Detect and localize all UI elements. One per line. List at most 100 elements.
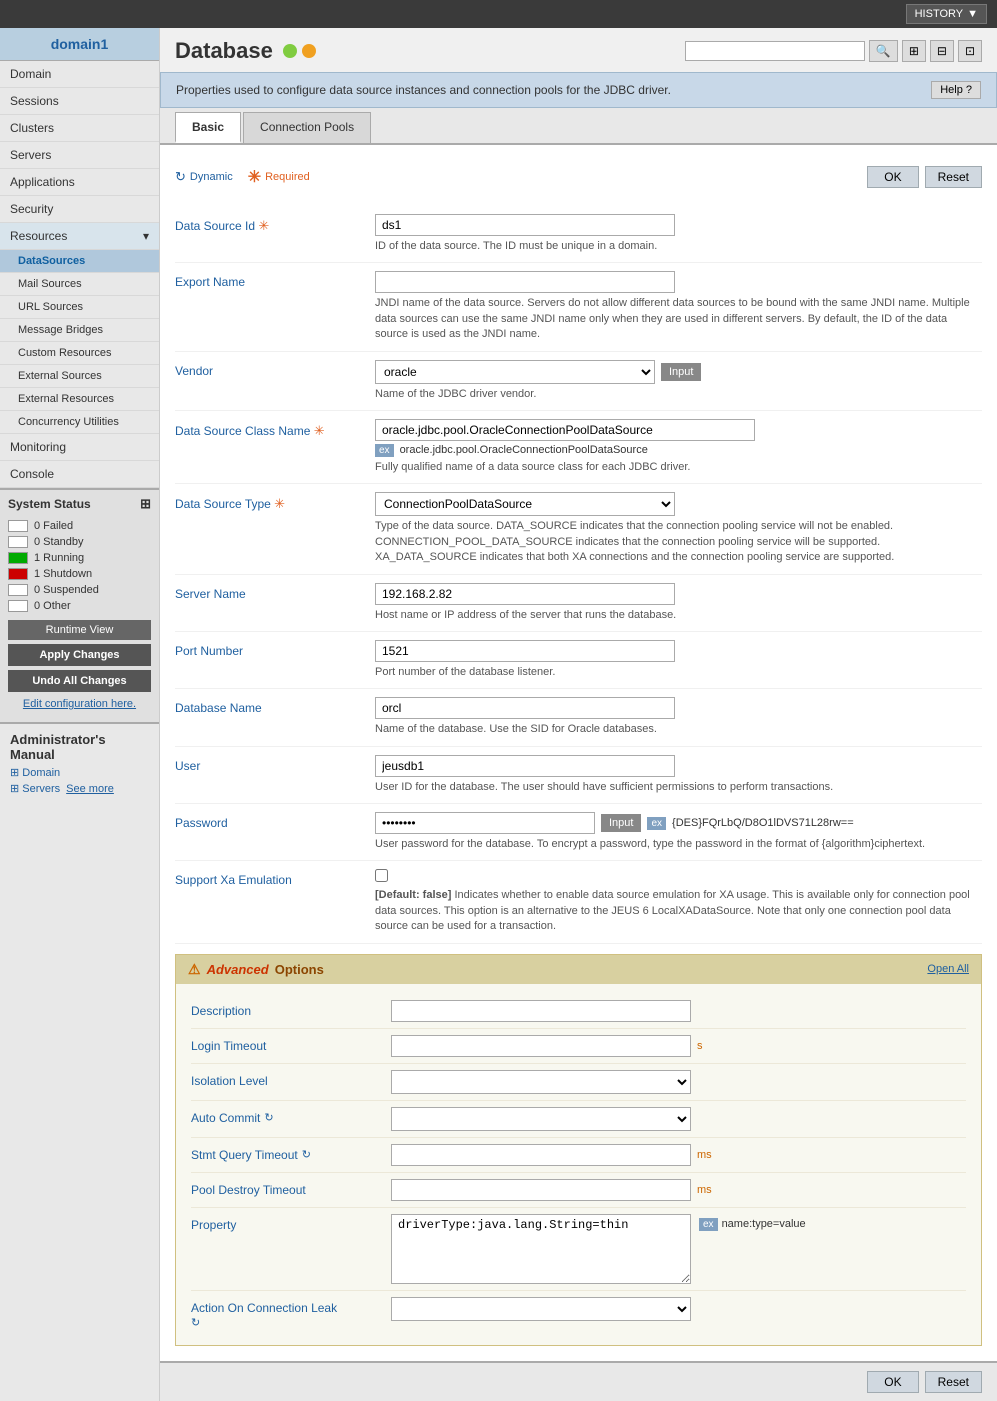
select-source-type[interactable]: ConnectionPoolDataSource DataSource XADa… bbox=[375, 492, 675, 516]
select-vendor[interactable]: oracle mysql db2 sybase bbox=[375, 360, 655, 384]
label-class-name: Data Source Class Name ✳ bbox=[175, 419, 375, 439]
desc-datasource-id: ID of the data source. The ID must be un… bbox=[375, 239, 982, 254]
sidebar-item-domain[interactable]: Domain bbox=[0, 61, 159, 88]
ex-label-class: ex bbox=[375, 444, 394, 457]
see-more-link[interactable]: See more bbox=[66, 783, 114, 795]
select-isolation[interactable]: READ_UNCOMMITTED READ_COMMITTED REPEATAB… bbox=[391, 1070, 691, 1094]
sidebar-item-resources[interactable]: Resources ▾ bbox=[0, 223, 159, 250]
sidebar-item-monitoring[interactable]: Monitoring bbox=[0, 434, 159, 461]
input-db-name[interactable] bbox=[375, 697, 675, 719]
sidebar-item-servers[interactable]: Servers bbox=[0, 142, 159, 169]
admin-manual-servers-link[interactable]: ⊞ Servers bbox=[10, 782, 60, 795]
sidebar-sub-url-sources[interactable]: URL Sources bbox=[0, 296, 159, 319]
status-box-suspended bbox=[8, 584, 28, 596]
sidebar-domain[interactable]: domain1 bbox=[0, 28, 159, 61]
field-class-name: ex oracle.jdbc.pool.OracleConnectionPool… bbox=[375, 419, 982, 475]
open-all-link[interactable]: Open All bbox=[927, 963, 969, 975]
form-row-xa-emulation: Support Xa Emulation [Default: false] In… bbox=[175, 861, 982, 943]
icon-button-3[interactable]: ⊡ bbox=[958, 40, 982, 62]
sidebar-item-clusters[interactable]: Clusters bbox=[0, 115, 159, 142]
field-vendor: oracle mysql db2 sybase Input Name of th… bbox=[375, 360, 982, 402]
input-pool-destroy[interactable] bbox=[391, 1179, 691, 1201]
sidebar-sub-custom-resources[interactable]: Custom Resources bbox=[0, 342, 159, 365]
status-box-standby bbox=[8, 536, 28, 548]
adv-label-pool-destroy: Pool Destroy Timeout bbox=[191, 1179, 391, 1197]
system-status-expand-icon[interactable]: ⊞ bbox=[140, 496, 151, 512]
query-timeout-sync-icon[interactable]: ↻ bbox=[302, 1148, 311, 1161]
input-port[interactable] bbox=[375, 640, 675, 662]
undo-changes-button[interactable]: Undo All Changes bbox=[8, 670, 151, 692]
adv-field-query-timeout: ms bbox=[391, 1144, 966, 1166]
input-export-name[interactable] bbox=[375, 271, 675, 293]
adv-row-auto-commit: Auto Commit ↻ true false bbox=[191, 1101, 966, 1138]
field-source-type: ConnectionPoolDataSource DataSource XADa… bbox=[375, 492, 982, 565]
advanced-header: ⚠ Advanced Options Open All bbox=[176, 955, 981, 984]
edit-config-link[interactable]: Edit configuration here. bbox=[8, 692, 151, 716]
vendor-input-button[interactable]: Input bbox=[661, 363, 701, 381]
sidebar-item-applications[interactable]: Applications bbox=[0, 169, 159, 196]
tab-connection-pools[interactable]: Connection Pools bbox=[243, 112, 371, 143]
adv-field-isolation: READ_UNCOMMITTED READ_COMMITTED REPEATAB… bbox=[391, 1070, 966, 1094]
header-right: 🔍 ⊞ ⊟ ⊡ bbox=[685, 40, 982, 62]
input-user[interactable] bbox=[375, 755, 675, 777]
reset-button-top[interactable]: Reset bbox=[925, 166, 982, 188]
required-indicator: ✳ Required bbox=[248, 167, 310, 187]
icon-button-1[interactable]: ⊞ bbox=[902, 40, 926, 62]
tab-basic[interactable]: Basic bbox=[175, 112, 241, 143]
admin-manual-domain-link[interactable]: ⊞ Domain bbox=[10, 766, 149, 779]
form-row-server-name: Server Name Host name or IP address of t… bbox=[175, 575, 982, 632]
apply-changes-button[interactable]: Apply Changes bbox=[8, 644, 151, 666]
required-icon: ✳ bbox=[248, 167, 261, 187]
input-login-timeout[interactable] bbox=[391, 1035, 691, 1057]
select-auto-commit[interactable]: true false bbox=[391, 1107, 691, 1131]
sidebar-sub-message-bridges[interactable]: Message Bridges bbox=[0, 319, 159, 342]
field-password: Input ex {DES}FQrLbQ/D8O1lDVS71L28rw== U… bbox=[375, 812, 982, 852]
sidebar-sub-concurrency[interactable]: Concurrency Utilities bbox=[0, 411, 159, 434]
status-row-suspended: 0 Suspended bbox=[8, 582, 151, 598]
sidebar-sub-mail-sources[interactable]: Mail Sources bbox=[0, 273, 159, 296]
ok-button-bottom[interactable]: OK bbox=[867, 1371, 918, 1393]
status-box-failed bbox=[8, 520, 28, 532]
input-password[interactable] bbox=[375, 812, 595, 834]
adv-label-login-timeout: Login Timeout bbox=[191, 1035, 391, 1053]
ex-value-password: {DES}FQrLbQ/D8O1lDVS71L28rw== bbox=[672, 817, 854, 829]
input-query-timeout[interactable] bbox=[391, 1144, 691, 1166]
connection-leak-sync-icon[interactable]: ↻ bbox=[191, 1317, 200, 1329]
input-description[interactable] bbox=[391, 1000, 691, 1022]
sidebar: domain1 Domain Sessions Clusters Servers… bbox=[0, 28, 160, 1401]
label-db-name: Database Name bbox=[175, 697, 375, 715]
input-class-name[interactable] bbox=[375, 419, 755, 441]
runtime-view-button[interactable]: Runtime View bbox=[8, 620, 151, 640]
advanced-text: Advanced bbox=[207, 962, 269, 977]
field-export-name: JNDI name of the data source. Servers do… bbox=[375, 271, 982, 342]
sidebar-sub-external-sources[interactable]: External Sources bbox=[0, 365, 159, 388]
form-row-datasource-id: Data Source Id ✳ ID of the data source. … bbox=[175, 206, 982, 263]
field-datasource-id: ID of the data source. The ID must be un… bbox=[375, 214, 982, 254]
select-connection-leak[interactable]: NONE CLOSE DESTROY bbox=[391, 1297, 691, 1321]
sidebar-item-sessions[interactable]: Sessions bbox=[0, 88, 159, 115]
history-button[interactable]: HISTORY ▼ bbox=[906, 4, 987, 24]
help-button[interactable]: Help ? bbox=[931, 81, 981, 99]
input-datasource-id[interactable] bbox=[375, 214, 675, 236]
sidebar-sub-external-resources[interactable]: External Resources bbox=[0, 388, 159, 411]
ok-button-top[interactable]: OK bbox=[867, 166, 918, 188]
input-server-name[interactable] bbox=[375, 583, 675, 605]
adv-row-login-timeout: Login Timeout s bbox=[191, 1029, 966, 1064]
icon-button-2[interactable]: ⊟ bbox=[930, 40, 954, 62]
sidebar-sub-datasources[interactable]: DataSources bbox=[0, 250, 159, 273]
checkbox-xa-emulation[interactable] bbox=[375, 869, 388, 882]
search-button[interactable]: 🔍 bbox=[869, 40, 898, 62]
tabs-container: Basic Connection Pools bbox=[160, 108, 997, 145]
system-status-title: System Status bbox=[8, 497, 91, 511]
sidebar-item-console[interactable]: Console bbox=[0, 461, 159, 488]
form-row-vendor: Vendor oracle mysql db2 sybase Input Nam… bbox=[175, 352, 982, 411]
search-input[interactable] bbox=[685, 41, 865, 61]
desc-password: User password for the database. To encry… bbox=[375, 837, 982, 852]
password-input-button[interactable]: Input bbox=[601, 814, 641, 832]
label-source-type: Data Source Type ✳ bbox=[175, 492, 375, 512]
sidebar-item-security[interactable]: Security bbox=[0, 196, 159, 223]
status-row-other: 0 Other bbox=[8, 598, 151, 614]
reset-button-bottom[interactable]: Reset bbox=[925, 1371, 982, 1393]
textarea-property[interactable]: driverType:java.lang.String=thin bbox=[391, 1214, 691, 1284]
auto-commit-sync-icon[interactable]: ↻ bbox=[264, 1111, 273, 1124]
